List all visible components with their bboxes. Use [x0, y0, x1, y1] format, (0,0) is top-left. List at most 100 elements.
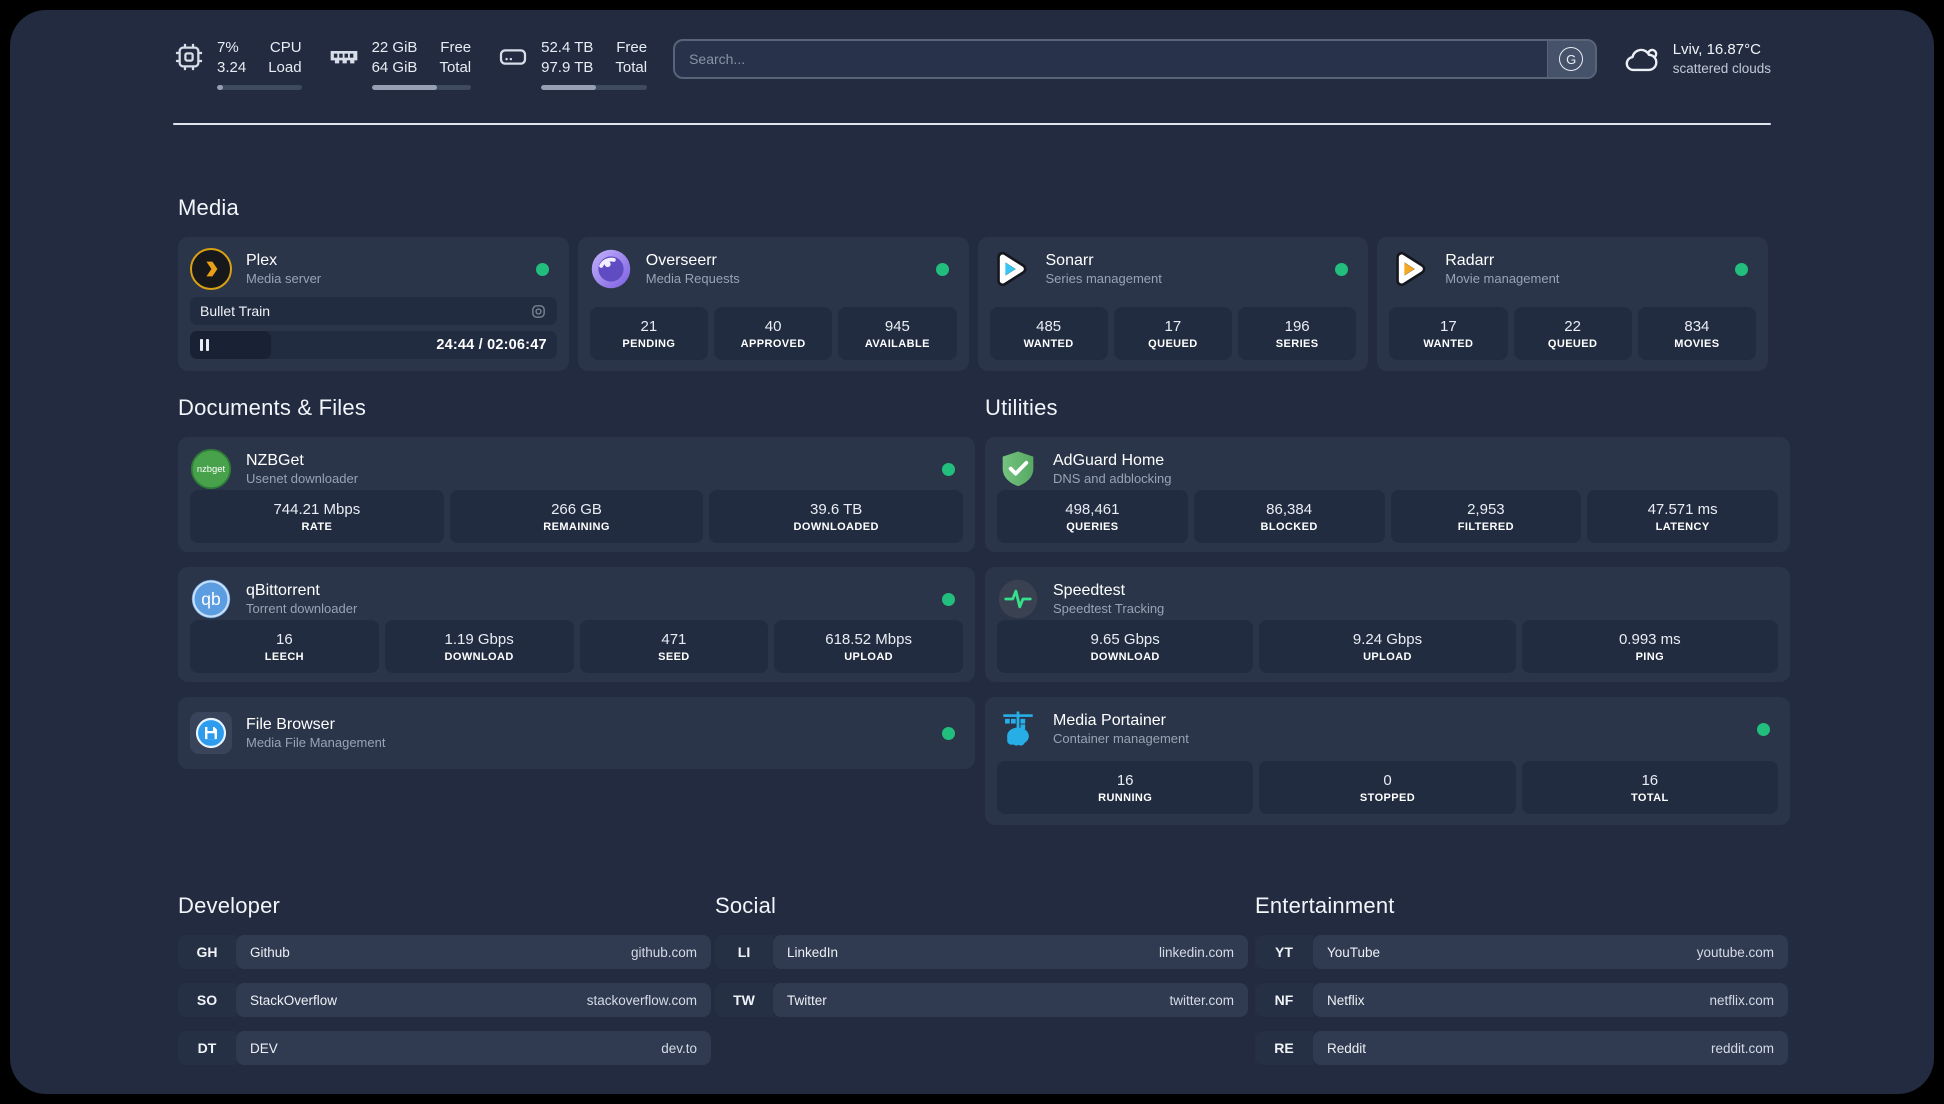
stat-value: 485: [1036, 317, 1062, 335]
stat-label: PENDING: [622, 337, 676, 350]
disk-free-label: Free: [616, 39, 648, 56]
section-media: Media Plex Media server Bullet Train 24:…: [178, 195, 1768, 371]
link-url: dev.to: [661, 1040, 697, 1056]
section-developer: Developer GH Github github.com SO StackOv…: [178, 893, 711, 1065]
stat-tile: 498,461 QUERIES: [997, 490, 1188, 543]
card-title: AdGuard Home: [1053, 451, 1165, 469]
card-subtitle: Series management: [1045, 270, 1162, 286]
card-overseerr[interactable]: Overseerr Media Requests 21 PENDING 40 APP…: [577, 237, 969, 371]
memory-total-label: Total: [439, 58, 472, 76]
link-stackoverflow[interactable]: SO StackOverflow stackoverflow.com: [178, 983, 711, 1017]
card-subtitle: Media Requests: [645, 270, 740, 286]
header-divider: [173, 123, 1771, 125]
link-abbr: RE: [1255, 1031, 1313, 1065]
cpu-stat: 7% 3.24 CPU Load: [173, 38, 302, 90]
stat-tile: 16 TOTAL: [1521, 761, 1778, 814]
card-media-portainer[interactable]: Media Portainer Container management 16 R…: [985, 697, 1790, 825]
cpu-load-label: Load: [268, 58, 302, 76]
adguard-icon: [997, 448, 1039, 490]
stat-tile: 485 WANTED: [989, 307, 1108, 360]
stat-label: LEECH: [264, 650, 305, 663]
card-subtitle: Usenet downloader: [246, 470, 359, 486]
radarr-icon: [1389, 248, 1431, 290]
stat-label: APPROVED: [740, 337, 806, 350]
status-dot: [1335, 262, 1349, 276]
card-file-browser[interactable]: File Browser Media File Management: [178, 697, 975, 769]
card-qbittorrent[interactable]: qb qBittorrent Torrent downloader 16 LEEC…: [178, 567, 975, 682]
link-youtube[interactable]: YT YouTube youtube.com: [1255, 935, 1788, 969]
card-title: qBittorrent: [246, 581, 320, 599]
qbittorrent-icon: qb: [190, 578, 232, 620]
stat-value: 40: [764, 317, 782, 335]
stat-tile: 40 APPROVED: [714, 307, 833, 360]
search-bar: G: [673, 39, 1597, 79]
stat-label: BLOCKED: [1260, 520, 1318, 533]
section-title-documents: Documents & Files: [178, 395, 367, 420]
link-twitter[interactable]: TW Twitter twitter.com: [715, 983, 1248, 1017]
stat-tile: 0.993 ms PING: [1521, 620, 1778, 673]
link-url: stackoverflow.com: [586, 992, 697, 1008]
disk-total-value: 97.9 TB: [541, 58, 594, 76]
weather-condition: scattered clouds: [1672, 61, 1771, 77]
stat-value: 9.65 Gbps: [1090, 630, 1160, 648]
stat-value: 0.993 ms: [1618, 630, 1681, 648]
status-dot: [935, 262, 949, 276]
cpu-load-value: 3.24: [217, 58, 247, 76]
search-input[interactable]: [675, 41, 1547, 77]
link-github[interactable]: GH Github github.com: [178, 935, 711, 969]
stat-label: WANTED: [1023, 337, 1074, 350]
weather-location: Lviv, 16.87°C: [1672, 41, 1761, 58]
link-name: StackOverflow: [250, 992, 338, 1008]
card-sonarr[interactable]: Sonarr Series management 485 WANTED 17 QUE…: [977, 237, 1369, 371]
stat-value: 9.24 Gbps: [1352, 630, 1423, 648]
card-title: Speedtest: [1053, 581, 1126, 599]
stat-label: SERIES: [1275, 337, 1319, 350]
card-title: Radarr: [1445, 251, 1495, 269]
stat-value: 1.19 Gbps: [444, 630, 514, 648]
search-provider-button[interactable]: G: [1546, 41, 1595, 77]
link-url: youtube.com: [1696, 944, 1774, 960]
stat-tile: 9.24 Gbps UPLOAD: [1259, 620, 1516, 673]
card-speedtest[interactable]: Speedtest Speedtest Tracking 9.65 Gbps DO…: [985, 567, 1790, 682]
stat-label: STOPPED: [1359, 791, 1416, 804]
link-netflix[interactable]: NF Netflix netflix.com: [1255, 983, 1788, 1017]
link-reddit[interactable]: RE Reddit reddit.com: [1255, 1031, 1788, 1065]
card-subtitle: Media File Management: [246, 734, 386, 750]
stat-label: UPLOAD: [844, 650, 894, 663]
now-playing-row: Bullet Train: [190, 297, 557, 325]
section-title-utilities: Utilities: [985, 395, 1058, 420]
filebrowser-icon: [190, 712, 232, 754]
stat-label: QUEUED: [1148, 337, 1198, 350]
card-plex[interactable]: Plex Media server Bullet Train 24:44 / 0: [178, 237, 569, 371]
memory-free-value: 22 GiB: [371, 39, 418, 56]
pause-icon[interactable]: [200, 339, 209, 351]
stat-label: REMAINING: [543, 520, 610, 533]
portainer-icon: [997, 708, 1039, 750]
stat-label: QUERIES: [1066, 520, 1119, 533]
card-radarr[interactable]: Radarr Movie management 17 WANTED 22 QUEUE…: [1377, 237, 1768, 371]
link-dev[interactable]: DT DEV dev.to: [178, 1031, 711, 1065]
cpu-percent: 7%: [217, 39, 239, 56]
card-subtitle: Movie management: [1445, 270, 1560, 286]
stat-label: MOVIES: [1674, 337, 1720, 350]
memory-total-value: 64 GiB: [371, 58, 418, 76]
stat-value: 17: [1440, 317, 1457, 335]
stat-label: WANTED: [1423, 337, 1474, 350]
link-url: linkedin.com: [1158, 944, 1234, 960]
stat-tile: 16 RUNNING: [997, 761, 1254, 814]
card-subtitle: Torrent downloader: [246, 600, 358, 616]
cpu-label: CPU: [269, 39, 302, 56]
card-nzbget[interactable]: nzbget NZBGet Usenet downloader 744.21 M…: [178, 437, 975, 552]
overseerr-icon: [590, 248, 632, 290]
stat-value: 618.52 Mbps: [825, 630, 912, 648]
stat-value: 196: [1284, 317, 1310, 335]
section-title-media: Media: [178, 195, 239, 220]
card-subtitle: DNS and adblocking: [1053, 470, 1172, 486]
ram-icon: [330, 51, 357, 64]
card-adguard-home[interactable]: AdGuard Home DNS and adblocking 498,461 Q…: [985, 437, 1790, 552]
card-title: NZBGet: [246, 451, 304, 469]
link-abbr: DT: [178, 1031, 236, 1065]
stat-label: SEED: [658, 650, 690, 663]
link-linkedin[interactable]: LI LinkedIn linkedin.com: [715, 935, 1248, 969]
plex-icon: [190, 248, 232, 290]
